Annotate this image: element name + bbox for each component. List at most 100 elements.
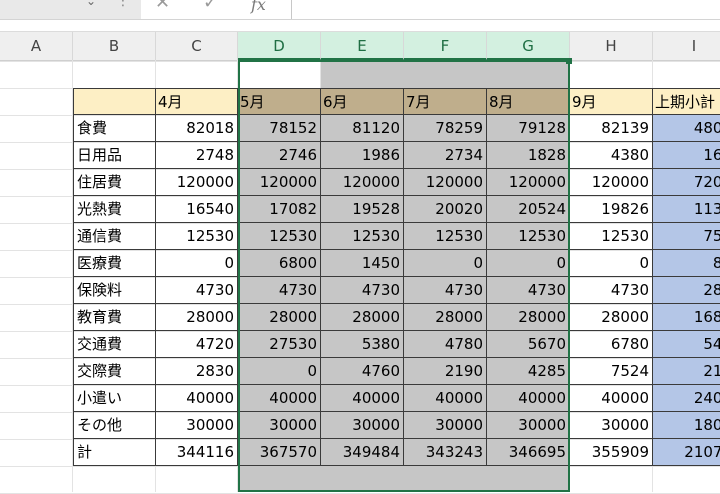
value-cell[interactable]: 2748 — [156, 142, 238, 169]
subtotal-cell[interactable]: 4808 — [653, 115, 720, 142]
value-cell[interactable]: 0 — [238, 358, 321, 385]
value-cell[interactable]: 120000 — [404, 169, 487, 196]
value-cell[interactable]: 28000 — [404, 304, 487, 331]
value-cell[interactable]: 40000 — [487, 385, 570, 412]
subtotal-cell[interactable]: 2400 — [653, 385, 720, 412]
column-header-d[interactable]: D — [238, 32, 321, 60]
value-cell[interactable]: 120000 — [570, 169, 653, 196]
category-label-cell[interactable]: 計 — [73, 439, 156, 466]
month-header-cell[interactable]: 9月 — [570, 88, 653, 115]
value-cell[interactable]: 78152 — [238, 115, 321, 142]
subtotal-cell[interactable]: 283 — [653, 277, 720, 304]
value-cell[interactable]: 12530 — [570, 223, 653, 250]
value-cell[interactable]: 82018 — [156, 115, 238, 142]
value-cell[interactable]: 4380 — [570, 142, 653, 169]
value-cell[interactable]: 4730 — [238, 277, 321, 304]
subtotal-cell[interactable]: 1135 — [653, 196, 720, 223]
value-cell[interactable]: 40000 — [570, 385, 653, 412]
value-cell[interactable]: 6780 — [570, 331, 653, 358]
value-cell[interactable]: 28000 — [321, 304, 404, 331]
value-cell[interactable]: 5380 — [321, 331, 404, 358]
value-cell[interactable]: 12530 — [156, 223, 238, 250]
value-cell[interactable]: 2830 — [156, 358, 238, 385]
category-label-cell[interactable]: 医療費 — [73, 250, 156, 277]
value-cell[interactable]: 4730 — [487, 277, 570, 304]
value-cell[interactable]: 0 — [404, 250, 487, 277]
value-cell[interactable]: 28000 — [238, 304, 321, 331]
month-header-cell[interactable]: 5月 — [238, 88, 321, 115]
value-cell[interactable]: 349484 — [321, 439, 404, 466]
month-header-cell[interactable]: 7月 — [404, 88, 487, 115]
formula-input[interactable] — [292, 0, 720, 19]
value-cell[interactable]: 81120 — [321, 115, 404, 142]
value-cell[interactable]: 2734 — [404, 142, 487, 169]
value-cell[interactable]: 40000 — [404, 385, 487, 412]
value-cell[interactable]: 30000 — [238, 412, 321, 439]
value-cell[interactable]: 4285 — [487, 358, 570, 385]
value-cell[interactable]: 346695 — [487, 439, 570, 466]
value-cell[interactable]: 40000 — [238, 385, 321, 412]
subtotal-cell[interactable]: 7200 — [653, 169, 720, 196]
value-cell[interactable]: 367570 — [238, 439, 321, 466]
value-cell[interactable]: 20524 — [487, 196, 570, 223]
value-cell[interactable]: 4730 — [321, 277, 404, 304]
value-cell[interactable]: 355909 — [570, 439, 653, 466]
column-header-b[interactable]: B — [73, 32, 156, 60]
value-cell[interactable]: 19528 — [321, 196, 404, 223]
column-header-e[interactable]: E — [321, 32, 404, 60]
subtotal-cell[interactable]: 215 — [653, 358, 720, 385]
value-cell[interactable]: 1986 — [321, 142, 404, 169]
value-cell[interactable]: 30000 — [404, 412, 487, 439]
category-label-cell[interactable]: 教育費 — [73, 304, 156, 331]
value-cell[interactable]: 4720 — [156, 331, 238, 358]
subtotal-cell[interactable]: 548 — [653, 331, 720, 358]
category-label-cell[interactable]: 通信費 — [73, 223, 156, 250]
value-cell[interactable]: 4730 — [156, 277, 238, 304]
category-label-cell[interactable]: 日用品 — [73, 142, 156, 169]
month-header-cell[interactable]: 8月 — [487, 88, 570, 115]
value-cell[interactable]: 4730 — [404, 277, 487, 304]
value-cell[interactable]: 30000 — [321, 412, 404, 439]
value-cell[interactable]: 2190 — [404, 358, 487, 385]
value-cell[interactable]: 30000 — [570, 412, 653, 439]
value-cell[interactable]: 40000 — [321, 385, 404, 412]
column-header-h[interactable]: H — [570, 32, 653, 60]
value-cell[interactable]: 17082 — [238, 196, 321, 223]
category-label-cell[interactable]: 住居費 — [73, 169, 156, 196]
value-cell[interactable]: 20020 — [404, 196, 487, 223]
value-cell[interactable]: 343243 — [404, 439, 487, 466]
value-cell[interactable]: 27530 — [238, 331, 321, 358]
value-cell[interactable]: 4730 — [570, 277, 653, 304]
value-cell[interactable]: 6800 — [238, 250, 321, 277]
value-cell[interactable]: 120000 — [321, 169, 404, 196]
value-cell[interactable]: 12530 — [404, 223, 487, 250]
fill-handle[interactable] — [566, 58, 572, 64]
worksheet-grid[interactable]: 4月 5月 6月 7月 8月 9月 上期小計 食費 82018 78152 81120 78259 79… — [0, 60, 720, 494]
more-options-icon[interactable]: ⋮ — [116, 0, 130, 9]
value-cell[interactable]: 12530 — [238, 223, 321, 250]
value-cell[interactable]: 4760 — [321, 358, 404, 385]
cancel-icon[interactable]: ✕ — [155, 0, 170, 13]
subtotal-cell[interactable]: 164 — [653, 142, 720, 169]
category-label-cell[interactable]: 食費 — [73, 115, 156, 142]
insert-function-icon[interactable]: fx — [251, 0, 266, 15]
value-cell[interactable]: 120000 — [487, 169, 570, 196]
value-cell[interactable]: 28000 — [487, 304, 570, 331]
value-cell[interactable]: 28000 — [156, 304, 238, 331]
column-header-g[interactable]: G — [487, 32, 570, 60]
column-header-i[interactable]: I — [653, 32, 720, 60]
value-cell[interactable]: 30000 — [487, 412, 570, 439]
value-cell[interactable]: 0 — [570, 250, 653, 277]
month-header-cell[interactable]: 6月 — [321, 88, 404, 115]
category-label-cell[interactable]: その他 — [73, 412, 156, 439]
value-cell[interactable]: 19826 — [570, 196, 653, 223]
value-cell[interactable]: 0 — [487, 250, 570, 277]
subtotal-cell[interactable]: 82 — [653, 250, 720, 277]
value-cell[interactable]: 2746 — [238, 142, 321, 169]
value-cell[interactable]: 7524 — [570, 358, 653, 385]
subtotal-cell[interactable]: 21070 — [653, 439, 720, 466]
enter-icon[interactable]: ✓ — [203, 0, 218, 13]
value-cell[interactable]: 4780 — [404, 331, 487, 358]
value-cell[interactable]: 5670 — [487, 331, 570, 358]
category-label-cell[interactable]: 小遣い — [73, 385, 156, 412]
